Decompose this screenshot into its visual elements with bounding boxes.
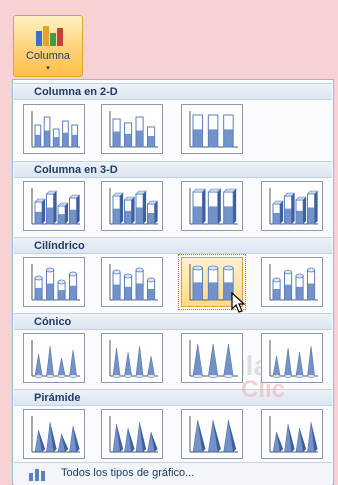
chart-thumbnail-icon [109,111,158,148]
chart-option-pirámide-apilada[interactable] [101,409,163,459]
chart-option-pirámide-3-d[interactable] [261,409,323,459]
chart-thumbnail-icon [269,340,318,378]
chart-thumbnail-icon [31,264,80,301]
chart-option-columna-agrupada-3-d[interactable] [23,181,85,231]
ribbon-button-label: Columna [25,50,71,62]
chart-option-columna-apilada[interactable] [101,104,163,154]
chart-option-cono-100-apilado[interactable] [181,333,243,383]
chart-option-columna-3-d[interactable] [261,181,323,231]
chart-option-columna-agrupada[interactable] [23,104,85,154]
chart-option-cono-apilado[interactable] [101,333,163,383]
chart-thumbnail-icon [189,416,238,453]
chart-thumbnail-icon [109,264,158,301]
chart-option-columna-apilada-3-d[interactable] [101,181,163,231]
section-header-columna-2d: Columna en 2-D [14,83,332,100]
chart-thumbnail-icon [189,188,238,225]
chart-option-cono-agrupado[interactable] [23,333,85,383]
chart-option-columna-100-apilada-3-d[interactable] [181,181,243,231]
chart-option-pirámide-100-apilada[interactable] [181,409,243,459]
chart-thumbnail-icon [109,416,158,453]
chart-option-cilindro-3-d[interactable] [261,257,323,307]
columna-ribbon-button[interactable]: Columna ▾ [13,15,83,77]
chart-option-pirámide-agrupada[interactable] [23,409,85,459]
chart-thumbnail-icon [109,188,159,225]
mouse-cursor-icon [231,292,246,313]
chart-thumbnail-icon [31,111,80,148]
chevron-down-icon: ▾ [46,65,50,72]
section-header-conico: Cónico [14,313,332,330]
chart-thumbnail-icon [109,340,158,378]
all-chart-types-label: Todos los tipos de gráfico... [61,467,195,479]
all-chart-types-button[interactable]: Todos los tipos de gráfico... [14,462,332,485]
chart-thumbnail-icon [269,188,319,225]
chart-option-cilindro-agrupado[interactable] [23,257,85,307]
chart-thumbnail-icon [31,416,80,453]
column-chart-icon [36,26,63,46]
section-header-columna-3d: Columna en 3-D [14,161,332,178]
chart-thumbnail-icon [269,264,318,301]
chart-thumbnail-icon [189,111,238,148]
chart-thumbnail-icon [31,188,81,225]
chart-option-cono-3-d[interactable] [261,333,323,383]
chart-type-gallery: Columna en 2-D Columna en 3-D Cilíndrico… [12,79,334,485]
chart-thumbnail-icon [269,416,318,453]
chart-option-columna-100-apilada[interactable] [181,104,243,154]
chart-types-icon [29,469,45,481]
chart-option-cilindro-apilado[interactable] [101,257,163,307]
chart-thumbnail-icon [189,340,238,378]
chart-thumbnail-icon [31,340,80,378]
section-header-cilindrico: Cilíndrico [14,237,332,254]
